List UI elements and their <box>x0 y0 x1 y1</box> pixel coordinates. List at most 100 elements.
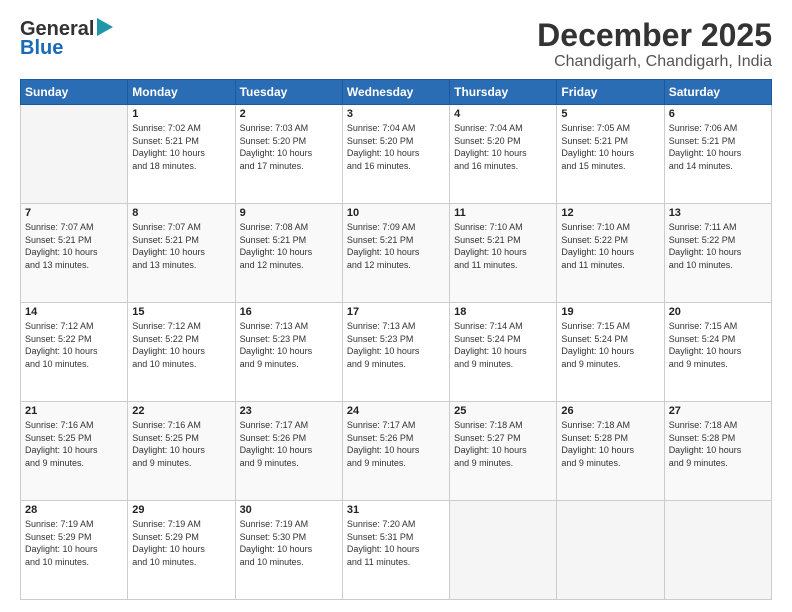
location-subtitle: Chandigarh, Chandigarh, India <box>537 53 772 71</box>
calendar-cell: 1Sunrise: 7:02 AM Sunset: 5:21 PM Daylig… <box>128 105 235 204</box>
week-row-1: 1Sunrise: 7:02 AM Sunset: 5:21 PM Daylig… <box>21 105 772 204</box>
calendar-cell <box>450 501 557 600</box>
calendar-cell: 14 Sunrise: 7:12 AM Sunset: 5:22 PM Dayli… <box>21 303 128 402</box>
day-info: Sunrise: 7:10 AM Sunset: 5:21 PM Dayligh… <box>454 221 552 271</box>
day-number: 6 <box>669 108 767 120</box>
day-info: Sunrise: 7:05 AM Sunset: 5:21 PM Dayligh… <box>561 122 659 172</box>
page: General Blue December 2025 Chandigarh, C… <box>0 0 792 612</box>
day-info: Sunrise: 7:18 AM Sunset: 5:28 PM Dayligh… <box>561 419 659 469</box>
day-info: Sunrise: 7:16 AM Sunset: 5:25 PM Dayligh… <box>25 419 123 469</box>
weekday-saturday: Saturday <box>664 80 771 105</box>
day-info: Sunrise: 7:10 AM Sunset: 5:22 PM Dayligh… <box>561 221 659 271</box>
week-row-3: 14 Sunrise: 7:12 AM Sunset: 5:22 PM Dayli… <box>21 303 772 402</box>
day-number: 16 <box>240 306 338 318</box>
calendar-cell: 31Sunrise: 7:20 AM Sunset: 5:31 PM Dayli… <box>342 501 449 600</box>
day-number: 27 <box>669 405 767 417</box>
weekday-sunday: Sunday <box>21 80 128 105</box>
day-info: Sunrise: 7:20 AM Sunset: 5:31 PM Dayligh… <box>347 518 445 568</box>
day-number: 21 <box>25 405 123 417</box>
day-info: Sunrise: 7:18 AM Sunset: 5:27 PM Dayligh… <box>454 419 552 469</box>
calendar-cell: 26 Sunrise: 7:18 AM Sunset: 5:28 PM Dayli… <box>557 402 664 501</box>
day-info: Sunrise: 7:06 AM Sunset: 5:21 PM Dayligh… <box>669 122 767 172</box>
day-info: Sunrise: 7:09 AM Sunset: 5:21 PM Dayligh… <box>347 221 445 271</box>
calendar-cell: 15Sunrise: 7:12 AM Sunset: 5:22 PM Dayli… <box>128 303 235 402</box>
calendar-cell: 16 Sunrise: 7:13 AM Sunset: 5:23 PM Dayli… <box>235 303 342 402</box>
week-row-4: 21 Sunrise: 7:16 AM Sunset: 5:25 PM Dayli… <box>21 402 772 501</box>
calendar-cell: 7 Sunrise: 7:07 AM Sunset: 5:21 PM Daylig… <box>21 204 128 303</box>
day-info: Sunrise: 7:18 AM Sunset: 5:28 PM Dayligh… <box>669 419 767 469</box>
day-number: 19 <box>561 306 659 318</box>
day-number: 24 <box>347 405 445 417</box>
day-number: 3 <box>347 108 445 120</box>
day-number: 7 <box>25 207 123 219</box>
logo-arrow-icon <box>97 18 113 41</box>
calendar-cell: 10 Sunrise: 7:09 AM Sunset: 5:21 PM Dayli… <box>342 204 449 303</box>
day-number: 25 <box>454 405 552 417</box>
day-info: Sunrise: 7:04 AM Sunset: 5:20 PM Dayligh… <box>454 122 552 172</box>
day-number: 30 <box>240 504 338 516</box>
day-info: Sunrise: 7:11 AM Sunset: 5:22 PM Dayligh… <box>669 221 767 271</box>
day-number: 11 <box>454 207 552 219</box>
day-info: Sunrise: 7:07 AM Sunset: 5:21 PM Dayligh… <box>132 221 230 271</box>
calendar-cell: 6 Sunrise: 7:06 AM Sunset: 5:21 PM Daylig… <box>664 105 771 204</box>
day-info: Sunrise: 7:12 AM Sunset: 5:22 PM Dayligh… <box>25 320 123 370</box>
day-info: Sunrise: 7:13 AM Sunset: 5:23 PM Dayligh… <box>240 320 338 370</box>
day-info: Sunrise: 7:17 AM Sunset: 5:26 PM Dayligh… <box>240 419 338 469</box>
calendar-table: SundayMondayTuesdayWednesdayThursdayFrid… <box>20 79 772 600</box>
calendar-cell: 17 Sunrise: 7:13 AM Sunset: 5:23 PM Dayli… <box>342 303 449 402</box>
month-title: December 2025 <box>537 18 772 53</box>
logo: General Blue <box>20 18 113 60</box>
week-row-5: 28 Sunrise: 7:19 AM Sunset: 5:29 PM Dayli… <box>21 501 772 600</box>
calendar-cell <box>21 105 128 204</box>
calendar-cell: 11 Sunrise: 7:10 AM Sunset: 5:21 PM Dayli… <box>450 204 557 303</box>
calendar-cell: 9 Sunrise: 7:08 AM Sunset: 5:21 PM Daylig… <box>235 204 342 303</box>
day-number: 10 <box>347 207 445 219</box>
calendar-cell: 20 Sunrise: 7:15 AM Sunset: 5:24 PM Dayli… <box>664 303 771 402</box>
calendar-cell: 12Sunrise: 7:10 AM Sunset: 5:22 PM Dayli… <box>557 204 664 303</box>
day-number: 9 <box>240 207 338 219</box>
day-number: 13 <box>669 207 767 219</box>
day-info: Sunrise: 7:08 AM Sunset: 5:21 PM Dayligh… <box>240 221 338 271</box>
day-info: Sunrise: 7:13 AM Sunset: 5:23 PM Dayligh… <box>347 320 445 370</box>
calendar-cell: 30 Sunrise: 7:19 AM Sunset: 5:30 PM Dayli… <box>235 501 342 600</box>
day-info: Sunrise: 7:19 AM Sunset: 5:30 PM Dayligh… <box>240 518 338 568</box>
day-number: 1 <box>132 108 230 120</box>
calendar-cell: 25 Sunrise: 7:18 AM Sunset: 5:27 PM Dayli… <box>450 402 557 501</box>
calendar-cell: 22 Sunrise: 7:16 AM Sunset: 5:25 PM Dayli… <box>128 402 235 501</box>
header: General Blue December 2025 Chandigarh, C… <box>20 18 772 71</box>
calendar-cell: 4Sunrise: 7:04 AM Sunset: 5:20 PM Daylig… <box>450 105 557 204</box>
day-number: 8 <box>132 207 230 219</box>
weekday-header-row: SundayMondayTuesdayWednesdayThursdayFrid… <box>21 80 772 105</box>
day-info: Sunrise: 7:03 AM Sunset: 5:20 PM Dayligh… <box>240 122 338 172</box>
calendar-cell: 18 Sunrise: 7:14 AM Sunset: 5:24 PM Dayli… <box>450 303 557 402</box>
day-info: Sunrise: 7:14 AM Sunset: 5:24 PM Dayligh… <box>454 320 552 370</box>
calendar-cell: 28Sunrise: 7:19 AM Sunset: 5:29 PM Dayli… <box>21 501 128 600</box>
day-info: Sunrise: 7:07 AM Sunset: 5:21 PM Dayligh… <box>25 221 123 271</box>
day-number: 5 <box>561 108 659 120</box>
day-number: 18 <box>454 306 552 318</box>
day-info: Sunrise: 7:16 AM Sunset: 5:25 PM Dayligh… <box>132 419 230 469</box>
day-number: 26 <box>561 405 659 417</box>
day-number: 28 <box>25 504 123 516</box>
day-number: 14 <box>25 306 123 318</box>
calendar-cell: 29Sunrise: 7:19 AM Sunset: 5:29 PM Dayli… <box>128 501 235 600</box>
calendar-cell: 27 Sunrise: 7:18 AM Sunset: 5:28 PM Dayli… <box>664 402 771 501</box>
day-info: Sunrise: 7:15 AM Sunset: 5:24 PM Dayligh… <box>669 320 767 370</box>
weekday-thursday: Thursday <box>450 80 557 105</box>
day-info: Sunrise: 7:19 AM Sunset: 5:29 PM Dayligh… <box>132 518 230 568</box>
day-number: 20 <box>669 306 767 318</box>
day-number: 23 <box>240 405 338 417</box>
calendar-cell: 21 Sunrise: 7:16 AM Sunset: 5:25 PM Dayli… <box>21 402 128 501</box>
week-row-2: 7 Sunrise: 7:07 AM Sunset: 5:21 PM Daylig… <box>21 204 772 303</box>
calendar-cell: 3Sunrise: 7:04 AM Sunset: 5:20 PM Daylig… <box>342 105 449 204</box>
day-number: 22 <box>132 405 230 417</box>
day-info: Sunrise: 7:12 AM Sunset: 5:22 PM Dayligh… <box>132 320 230 370</box>
calendar-cell: 24Sunrise: 7:17 AM Sunset: 5:26 PM Dayli… <box>342 402 449 501</box>
calendar-cell: 8 Sunrise: 7:07 AM Sunset: 5:21 PM Daylig… <box>128 204 235 303</box>
day-info: Sunrise: 7:15 AM Sunset: 5:24 PM Dayligh… <box>561 320 659 370</box>
day-number: 17 <box>347 306 445 318</box>
logo-blue: Blue <box>20 37 63 60</box>
calendar-cell: 13 Sunrise: 7:11 AM Sunset: 5:22 PM Dayli… <box>664 204 771 303</box>
weekday-tuesday: Tuesday <box>235 80 342 105</box>
calendar-cell: 5 Sunrise: 7:05 AM Sunset: 5:21 PM Daylig… <box>557 105 664 204</box>
